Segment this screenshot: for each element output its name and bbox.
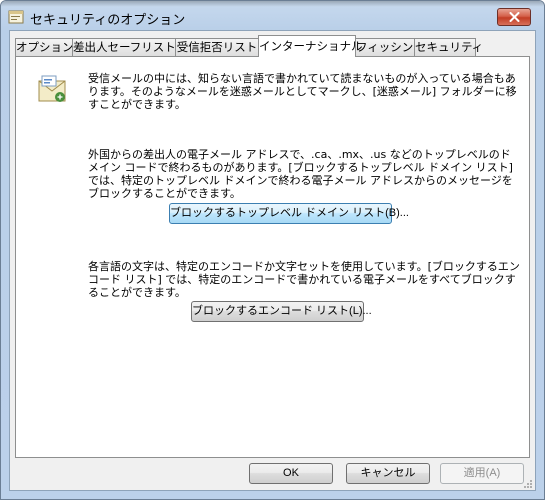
tab-options[interactable]: オプション (15, 38, 74, 56)
close-button[interactable] (497, 8, 531, 26)
ok-button[interactable]: OK (249, 463, 333, 484)
blocked-encodings-button[interactable]: ブロックするエンコード リスト(L)... (191, 301, 372, 322)
international-tab-panel: 受信メールの中には、知らない言語で書かれていて読まないものが入っている場合もあり… (15, 56, 530, 458)
tab-international[interactable]: インターナショナル (258, 35, 363, 57)
top-level-domain-description: 外国からの差出人の電子メール アドレスで、.ca、.mx、.us などのトップレ… (88, 148, 513, 200)
blocked-top-level-domains-button[interactable]: ブロックするトップレベル ドメイン リスト(B)... (169, 203, 409, 224)
options-icon (8, 10, 24, 24)
window-top-edge (1, 1, 544, 7)
dialog-client-area: オプション 差出人セーフリスト 受信拒否リスト インターナショナル フィッシング… (9, 30, 536, 491)
encoding-description: 各言語の文字は、特定のエンコードか文字セットを使用しています。[ブロックするエン… (88, 260, 520, 299)
tab-safe-senders[interactable]: 差出人セーフリスト (72, 38, 176, 56)
security-options-dialog: セキュリティのオプション オプション 差出人セーフリスト 受信拒否リスト インタ… (0, 0, 545, 500)
window-title: セキュリティのオプション (30, 13, 186, 28)
tab-phishing[interactable]: フィッシング (355, 38, 425, 56)
tab-security[interactable]: セキュリティ (414, 38, 483, 56)
mail-envelope-icon (36, 73, 68, 105)
cancel-button[interactable]: キャンセル (346, 463, 430, 484)
close-icon (509, 12, 520, 22)
tab-blocked-senders[interactable]: 受信拒否リスト (175, 38, 259, 56)
intro-text: 受信メールの中には、知らない言語で書かれていて読まないものが入っている場合もあり… (88, 72, 517, 111)
apply-button: 適用(A) (440, 463, 524, 484)
resize-grip-icon[interactable] (523, 478, 533, 488)
